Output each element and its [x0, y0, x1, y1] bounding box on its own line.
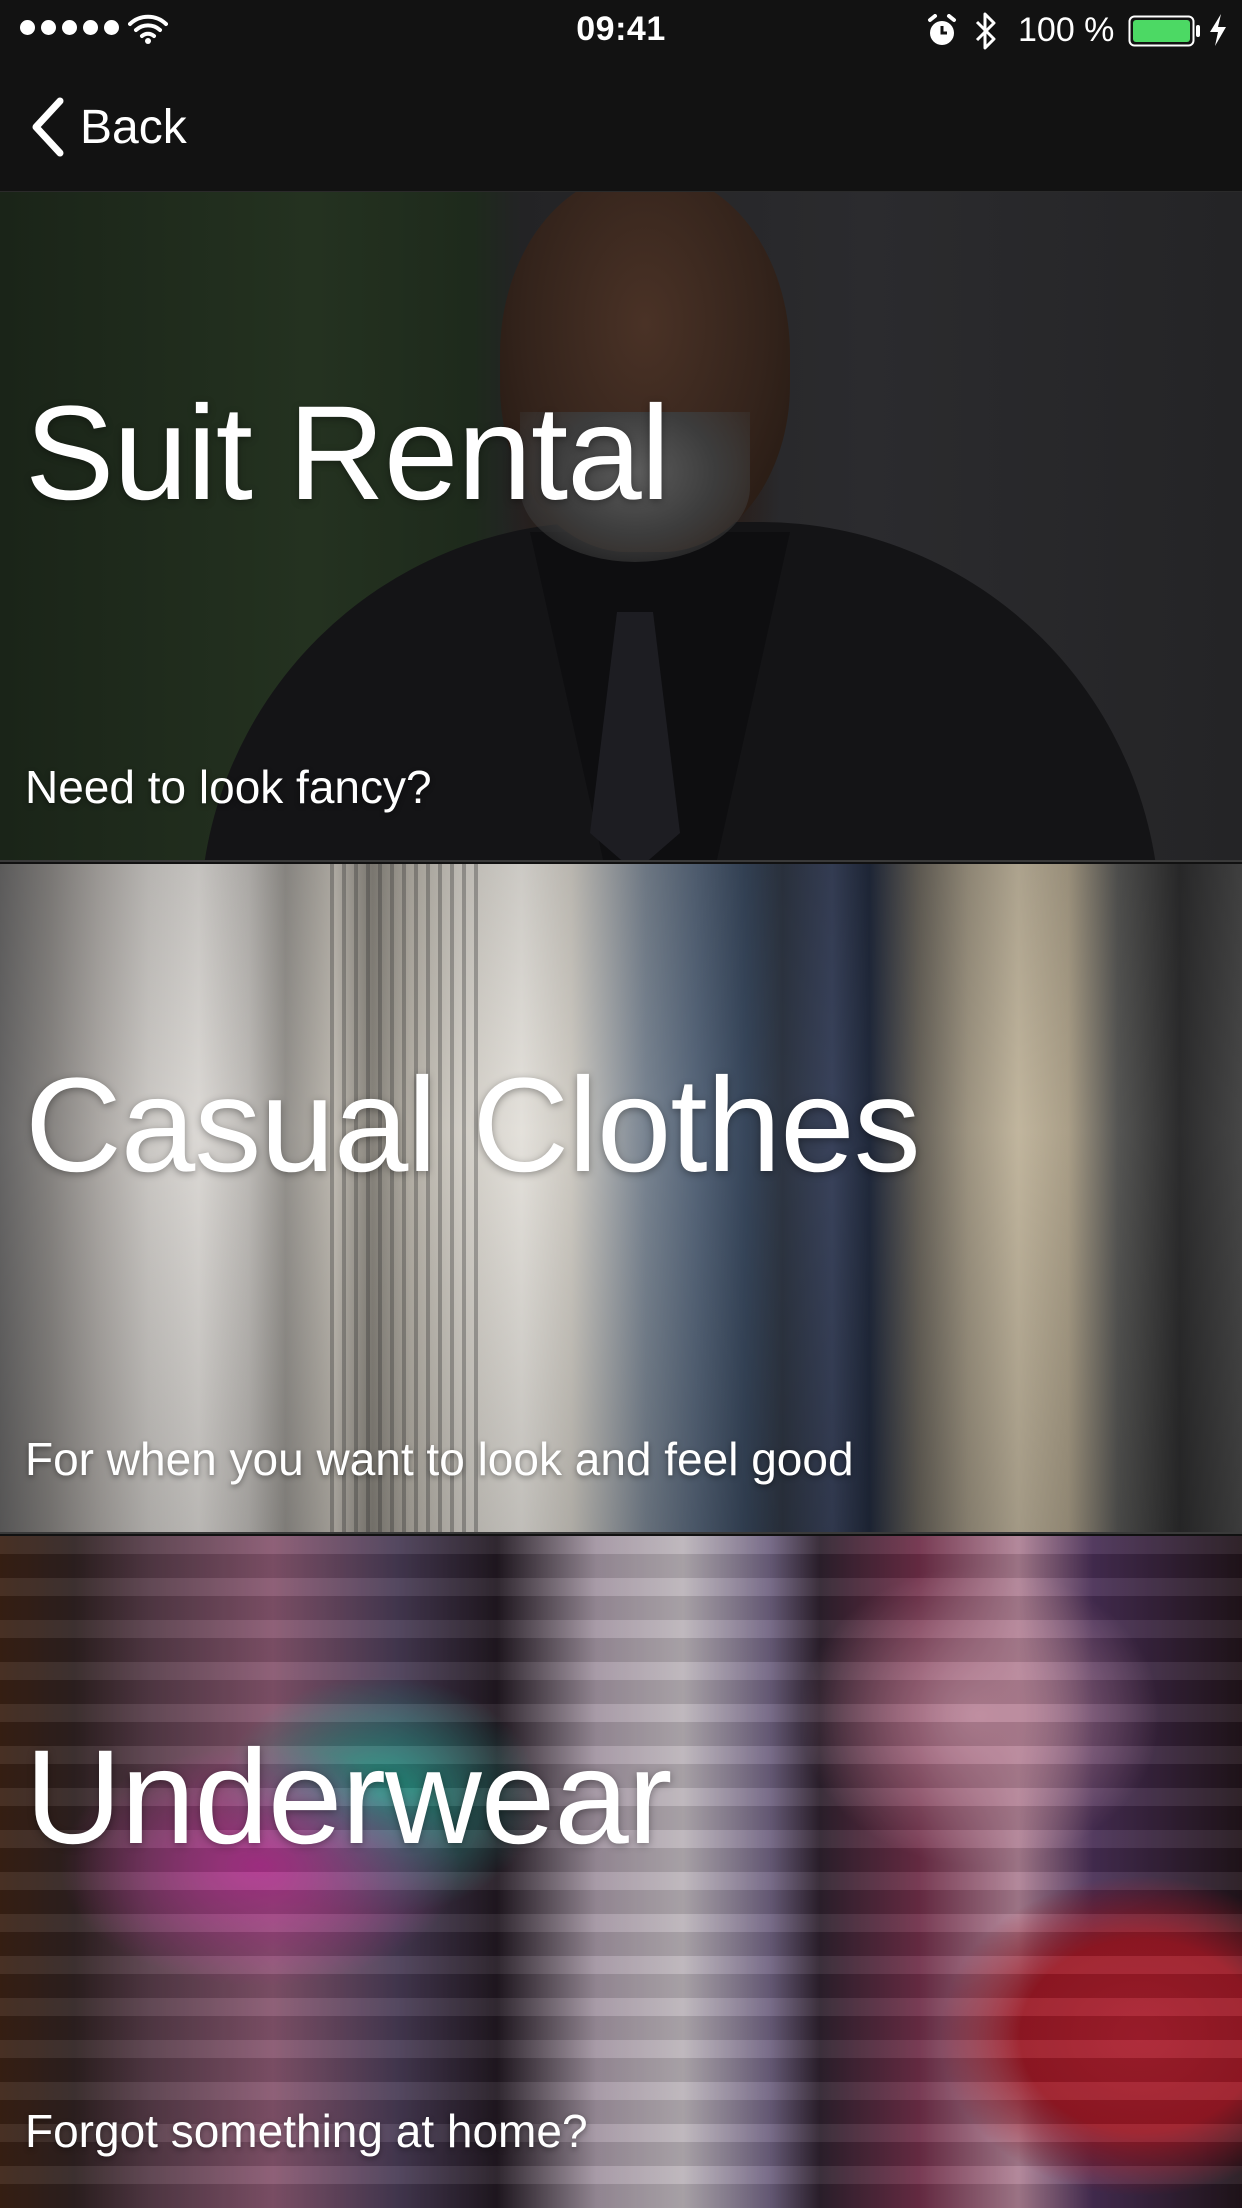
battery-percent: 100 %: [1018, 11, 1115, 49]
category-title: Casual Clothes: [25, 1051, 921, 1200]
category-card-suit-rental[interactable]: Suit Rental Need to look fancy?: [0, 192, 1242, 862]
battery-icon: [1128, 15, 1200, 47]
category-subtitle: Need to look fancy?: [25, 761, 432, 813]
category-card-casual-clothes[interactable]: Casual Clothes For when you want to look…: [0, 864, 1242, 1534]
chevron-left-icon: [32, 97, 64, 157]
category-subtitle: For when you want to look and feel good: [25, 1433, 854, 1485]
category-title: Underwear: [25, 1723, 672, 1872]
back-label: Back: [80, 100, 187, 154]
alarm-icon: [928, 14, 956, 45]
category-title: Suit Rental: [25, 379, 670, 528]
back-button[interactable]: Back: [30, 92, 187, 162]
status-bar: 09:41 100 %: [0, 0, 1242, 62]
category-card-underwear[interactable]: Underwear Forgot something at home?: [0, 1536, 1242, 2208]
bluetooth-icon: [975, 12, 996, 50]
charging-bolt-icon: [1210, 14, 1226, 46]
category-subtitle: Forgot something at home?: [25, 2105, 588, 2157]
navigation-bar: Back: [0, 62, 1242, 192]
